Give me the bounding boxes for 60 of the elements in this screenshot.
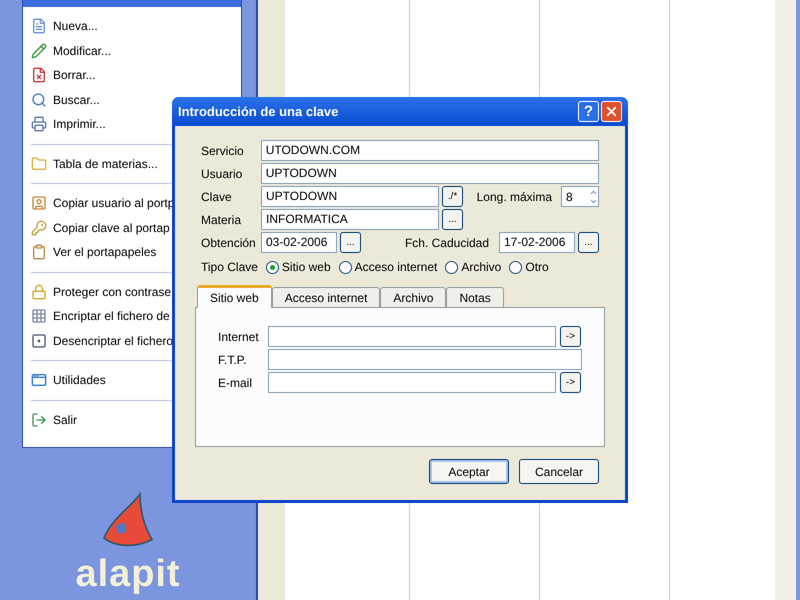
menu-item[interactable]: Nueva...: [31, 14, 233, 38]
lock-icon: [31, 284, 47, 300]
small-button[interactable]: ...: [442, 209, 463, 230]
obtencion-field[interactable]: 03-02-2006: [261, 232, 337, 253]
radio-option[interactable]: Otro: [509, 258, 549, 276]
printer-icon: [31, 116, 47, 132]
field-label: F.T.P.: [218, 352, 248, 368]
url-field[interactable]: [268, 349, 582, 370]
exit-icon: [31, 412, 47, 428]
grid-icon: [31, 308, 47, 324]
user-icon: [31, 195, 47, 212]
field-label: E-mail: [218, 374, 254, 392]
field-label: Servicio: [201, 142, 245, 160]
close-icon: [604, 104, 619, 119]
field-label: Tipo Clave: [201, 259, 258, 276]
usuario-field[interactable]: UPTODOWN: [260, 163, 599, 184]
small-button[interactable]: ...: [578, 232, 599, 253]
menu-item[interactable]: Borrar...: [31, 63, 233, 88]
caducidad-field[interactable]: 17-02-2006: [499, 232, 575, 253]
small-button[interactable]: ->: [560, 372, 581, 393]
field-label: Materia: [201, 212, 242, 228]
pencil-icon: [31, 42, 47, 59]
url-field[interactable]: [268, 372, 556, 393]
field-label: Long. máxima: [476, 188, 552, 206]
close-button[interactable]: [601, 101, 622, 122]
folder-icon: [31, 156, 47, 172]
url-field[interactable]: [268, 326, 556, 347]
field-label: Obtención: [201, 234, 257, 252]
small-button[interactable]: ->: [560, 326, 581, 347]
dialog-button[interactable]: Cancelar: [519, 459, 599, 484]
materia-field[interactable]: INFORMATICA: [261, 209, 439, 230]
menu-item[interactable]: Modificar...: [31, 38, 233, 63]
field-label: Fch. Caducidad: [404, 234, 489, 252]
search-icon: [31, 92, 47, 108]
tab[interactable]: Sitio web: [197, 285, 272, 308]
window-icon: [31, 372, 47, 388]
radio-option[interactable]: Acceso internet: [338, 258, 438, 276]
servicio-field[interactable]: UTODOWN.COM: [260, 140, 599, 161]
square-icon: [31, 332, 47, 349]
tab[interactable]: Archivo: [380, 287, 446, 307]
logo-text: alapit: [76, 554, 180, 594]
small-button[interactable]: ...: [340, 232, 361, 253]
number-spinner[interactable]: 8: [561, 186, 599, 207]
tab[interactable]: Acceso internet: [272, 287, 380, 307]
key-icon: [31, 220, 47, 236]
clipboard-icon: [31, 244, 47, 260]
small-button[interactable]: ./*: [442, 186, 463, 207]
document-delete-icon: [31, 67, 47, 84]
clave-field[interactable]: UPTODOWN: [261, 186, 439, 207]
document-icon: [31, 18, 47, 34]
dialog-button[interactable]: Aceptar: [429, 459, 509, 484]
menu-item[interactable]: Salir: [31, 408, 233, 432]
help-button[interactable]: ?: [578, 101, 599, 122]
radio-option[interactable]: Sitio web: [266, 258, 331, 276]
window-title: Introducción de una clave: [178, 102, 340, 121]
radio-option[interactable]: Archivo: [445, 258, 502, 276]
field-label: Internet: [218, 328, 260, 346]
field-label: Clave: [201, 188, 233, 206]
tab[interactable]: Notas: [446, 287, 504, 307]
field-label: Usuario: [201, 166, 244, 182]
